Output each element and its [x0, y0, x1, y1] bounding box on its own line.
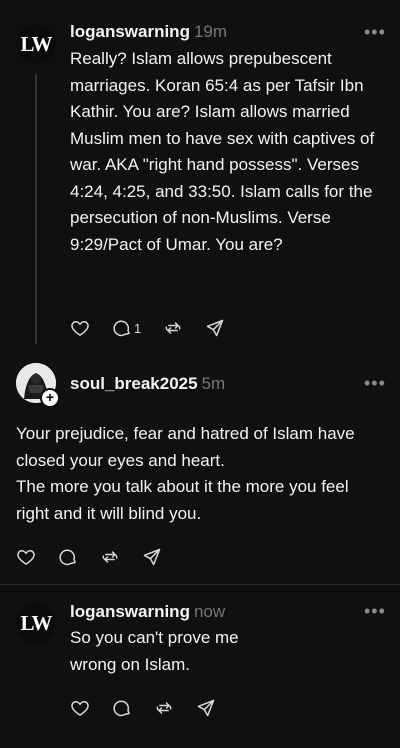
like-button[interactable]	[70, 318, 90, 338]
comment-icon	[113, 700, 130, 717]
username[interactable]: loganswarning 19m	[70, 22, 227, 42]
username[interactable]: loganswarning now	[70, 602, 225, 622]
action-bar	[16, 547, 184, 567]
post-text-line: Your prejudice, fear and hatred of Islam…	[16, 424, 355, 470]
like-button[interactable]	[70, 698, 90, 718]
timestamp: 19m	[193, 22, 228, 41]
username[interactable]: soul_break2025 5m	[70, 374, 225, 394]
avatar[interactable]: LW	[16, 603, 56, 643]
post-text: Really? Islam allows prepubescent marria…	[70, 49, 375, 254]
post-text: Your prejudice, fear and hatred of Islam…	[16, 421, 386, 527]
repost-button[interactable]	[100, 547, 120, 567]
post-3: LW loganswarning now ••• So you can't pro…	[0, 585, 400, 748]
share-button[interactable]	[142, 547, 162, 567]
more-options-button[interactable]: •••	[364, 601, 386, 622]
post-1: LW loganswarning 19m ••• Really? Islam al…	[0, 0, 400, 355]
repost-icon	[156, 702, 172, 714]
reply-button[interactable]	[112, 698, 132, 718]
action-bar	[70, 698, 238, 718]
heart-icon	[71, 701, 89, 716]
share-button[interactable]	[196, 698, 216, 718]
username-text[interactable]: loganswarning	[70, 602, 190, 621]
send-icon	[206, 319, 224, 337]
more-options-button[interactable]: •••	[364, 373, 386, 394]
post-text-line: The more you talk about it the more you …	[16, 477, 349, 523]
timestamp: 5m	[201, 374, 226, 393]
comment-icon	[59, 549, 76, 566]
repost-button[interactable]	[163, 318, 183, 338]
repost-button[interactable]	[154, 698, 174, 718]
repost-icon	[165, 322, 181, 334]
avatar[interactable]: LW	[16, 24, 56, 64]
more-options-button[interactable]: •••	[364, 22, 386, 43]
thread-line	[35, 74, 37, 344]
heart-icon	[17, 550, 35, 565]
post-text: So you can't prove me wrong on Islam.	[70, 628, 239, 674]
reply-button[interactable]	[58, 547, 78, 567]
send-icon	[197, 699, 215, 717]
repost-icon	[102, 551, 118, 563]
like-button[interactable]	[16, 547, 36, 567]
heart-icon	[71, 321, 89, 336]
comment-icon	[113, 320, 130, 337]
timestamp: now	[193, 602, 226, 621]
action-bar: 1	[70, 318, 247, 338]
username-text[interactable]: soul_break2025	[70, 374, 198, 393]
reply-count: 1	[134, 320, 142, 336]
follow-badge[interactable]: +	[40, 388, 60, 408]
send-icon	[143, 548, 161, 566]
reply-button[interactable]: 1	[112, 318, 141, 338]
username-text[interactable]: loganswarning	[70, 22, 190, 41]
share-button[interactable]	[205, 318, 225, 338]
post-2: + soul_break2025 5m ••• Your prejudice, f…	[0, 355, 400, 585]
